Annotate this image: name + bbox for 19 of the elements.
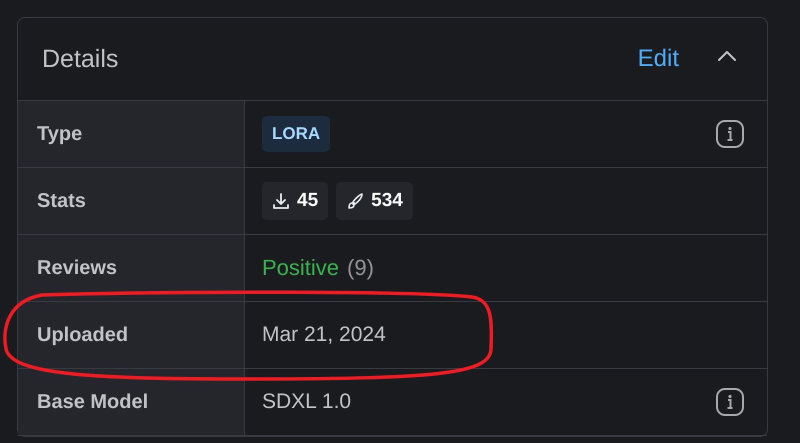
review-count: (9): [347, 255, 374, 281]
brush-icon: [346, 192, 364, 210]
row-label: Reviews: [37, 256, 118, 280]
row-label: Base Model: [37, 390, 148, 414]
type-badge: LORA: [262, 116, 330, 152]
review-rating[interactable]: Positive: [262, 255, 340, 281]
row-label: Type: [37, 122, 82, 146]
info-icon[interactable]: [715, 119, 745, 149]
info-icon[interactable]: [715, 387, 745, 417]
download-count: 45: [297, 190, 318, 212]
row-value: SDXL 1.0: [262, 390, 352, 414]
collapse-chevron-icon[interactable]: [717, 50, 737, 62]
row-value: Mar 21, 2024: [262, 323, 386, 347]
row-label: Stats: [37, 190, 86, 212]
edit-link[interactable]: Edit: [638, 45, 679, 73]
card-title: Details: [42, 44, 118, 74]
generation-count: 534: [371, 190, 403, 212]
row-label: Uploaded: [37, 324, 128, 346]
download-icon: [272, 192, 290, 210]
